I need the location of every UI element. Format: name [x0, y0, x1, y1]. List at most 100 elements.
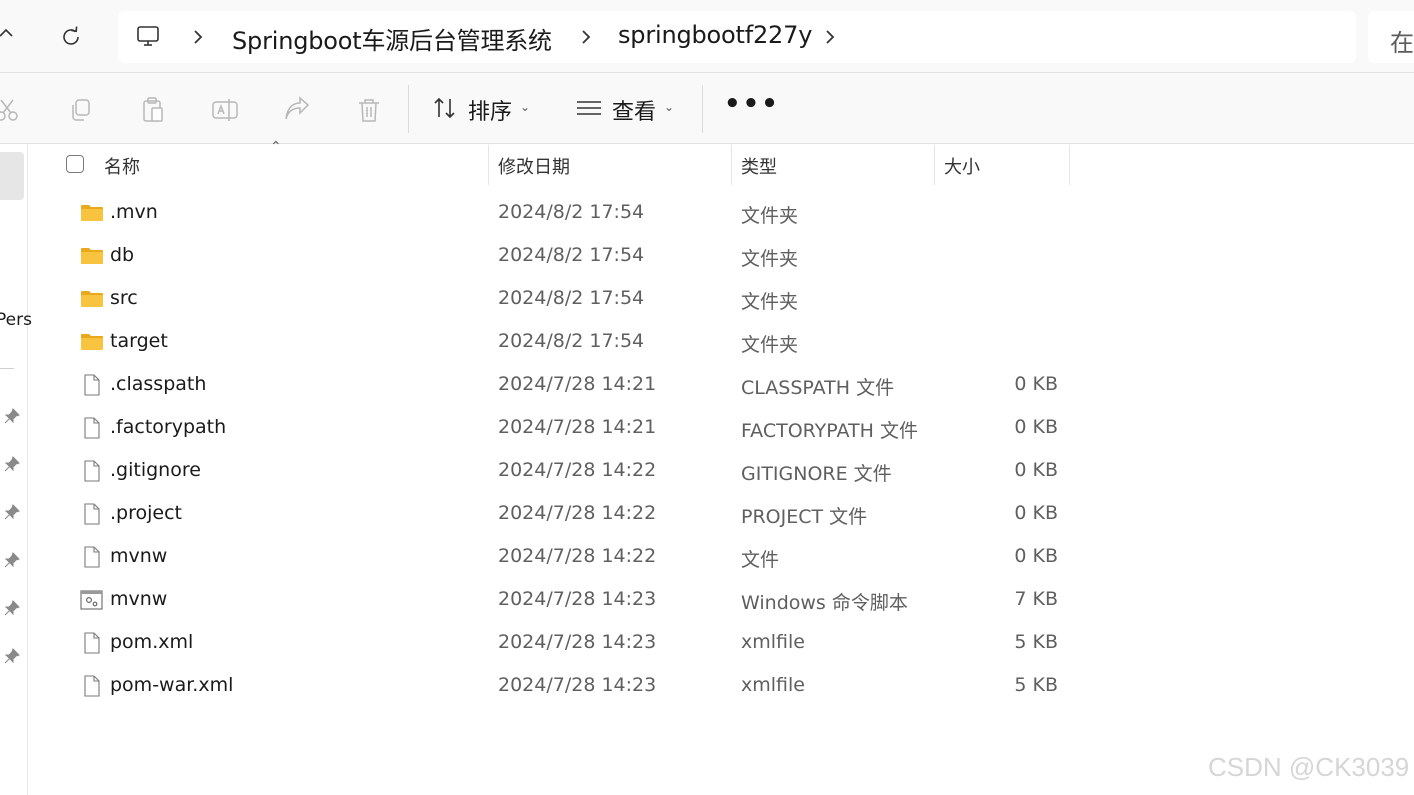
chevron-down-icon: ⌄: [520, 100, 531, 114]
file-type: 文件夹: [741, 334, 799, 356]
command-bar: 排序 ⌄ 查看 ⌄ •••: [0, 73, 1414, 144]
file-row[interactable]: target 2024/8/2 17:54 文件夹: [28, 321, 1414, 364]
file-name: .gitignore: [110, 459, 201, 481]
file-modified-date: 2024/7/28 14:21: [498, 416, 657, 438]
file-modified-date: 2024/7/28 14:22: [498, 459, 657, 481]
file-name: .mvn: [110, 201, 158, 223]
chevron-right-icon[interactable]: [190, 26, 206, 48]
file-name: src: [110, 287, 138, 309]
file-row[interactable]: db 2024/8/2 17:54 文件夹: [28, 235, 1414, 278]
file-modified-date: 2024/8/2 17:54: [498, 244, 645, 266]
file-modified-date: 2024/8/2 17:54: [498, 287, 645, 309]
file-modified-date: 2024/8/2 17:54: [498, 201, 645, 223]
file-modified-date: 2024/7/28 14:23: [498, 588, 657, 610]
file-row[interactable]: .mvn 2024/8/2 17:54 文件夹: [28, 192, 1414, 235]
rename-icon[interactable]: [210, 95, 240, 125]
file-icon: [80, 460, 104, 482]
folder-icon: [80, 202, 104, 224]
copy-icon[interactable]: [66, 95, 96, 125]
file-type: Windows 命令脚本: [741, 592, 908, 614]
pin-icon[interactable]: [4, 504, 20, 520]
pin-icon[interactable]: [4, 648, 20, 664]
file-type: xmlfile: [741, 631, 805, 653]
file-type: PROJECT 文件: [741, 506, 868, 528]
this-pc-icon[interactable]: [136, 25, 162, 49]
search-placeholder: 在: [1390, 29, 1414, 57]
refresh-icon[interactable]: [56, 22, 86, 52]
more-options-button[interactable]: •••: [724, 89, 780, 119]
chevron-right-icon[interactable]: [578, 26, 594, 48]
column-header-date[interactable]: 修改日期: [498, 153, 570, 179]
file-row[interactable]: pom-war.xml 2024/7/28 14:23 xmlfile 5 KB: [28, 665, 1414, 708]
file-type: FACTORYPATH 文件: [741, 420, 918, 442]
file-name: mvnw: [110, 588, 168, 610]
search-input[interactable]: 在: [1368, 11, 1414, 63]
sort-icon: [432, 95, 458, 125]
column-header-size[interactable]: 大小: [944, 153, 980, 179]
file-icon: [80, 632, 104, 654]
folder-icon: [80, 288, 104, 310]
file-list-header: ⌃ 名称 修改日期 类型 大小: [28, 139, 1414, 185]
pin-icon[interactable]: [4, 600, 20, 616]
file-row[interactable]: .classpath 2024/7/28 14:21 CLASSPATH 文件 0 K…: [28, 364, 1414, 407]
file-name: pom.xml: [110, 631, 194, 653]
file-size: 0 KB: [1014, 545, 1058, 567]
file-size: 0 KB: [1014, 502, 1058, 524]
file-row[interactable]: .gitignore 2024/7/28 14:22 GITIGNORE 文件 0 K…: [28, 450, 1414, 493]
file-row[interactable]: .factorypath 2024/7/28 14:21 FACTORYPATH 文…: [28, 407, 1414, 450]
up-arrow-icon[interactable]: [0, 22, 20, 52]
file-modified-date: 2024/7/28 14:23: [498, 631, 657, 653]
file-row[interactable]: src 2024/8/2 17:54 文件夹: [28, 278, 1414, 321]
column-divider[interactable]: [488, 145, 489, 185]
file-modified-date: 2024/7/28 14:23: [498, 674, 657, 696]
view-button[interactable]: 查看 ⌄: [576, 93, 674, 127]
file-row[interactable]: mvnw 2024/7/28 14:23 Windows 命令脚本 7 KB: [28, 579, 1414, 622]
column-divider[interactable]: [1069, 145, 1070, 185]
file-name: .classpath: [110, 373, 207, 395]
pin-icon[interactable]: [4, 456, 20, 472]
chevron-down-icon: ⌄: [664, 100, 675, 114]
file-icon: [80, 546, 104, 568]
paste-icon[interactable]: [138, 95, 168, 125]
sort-label: 排序: [468, 100, 513, 125]
column-header-type[interactable]: 类型: [741, 153, 777, 179]
sort-ascending-icon: ⌃: [270, 139, 282, 155]
file-type: 文件: [741, 549, 780, 571]
file-row[interactable]: mvnw 2024/7/28 14:22 文件 0 KB: [28, 536, 1414, 579]
list-view-icon: [576, 95, 602, 125]
nav-divider: [0, 368, 14, 369]
column-divider[interactable]: [731, 145, 732, 185]
file-size: 5 KB: [1014, 631, 1058, 653]
chevron-right-icon[interactable]: [822, 26, 838, 48]
pin-icon[interactable]: [4, 408, 20, 424]
column-header-name[interactable]: 名称: [104, 153, 140, 179]
nav-item-selected[interactable]: [0, 152, 24, 200]
navigation-pane: Pers: [0, 144, 32, 795]
folder-icon: [80, 245, 104, 267]
breadcrumb-item-project[interactable]: Springboot车源后台管理系统: [232, 21, 552, 56]
file-size: 7 KB: [1014, 588, 1058, 610]
breadcrumb-item-folder[interactable]: springbootf227y: [618, 21, 812, 49]
column-divider[interactable]: [934, 145, 935, 185]
cut-icon[interactable]: [0, 95, 22, 125]
view-label: 查看: [612, 100, 657, 125]
file-size: 0 KB: [1014, 459, 1058, 481]
address-bar[interactable]: Springboot车源后台管理系统 springbootf227y: [118, 11, 1356, 63]
file-name: .project: [110, 502, 182, 524]
file-type: 文件夹: [741, 248, 799, 270]
file-icon: [80, 503, 104, 525]
select-all-checkbox[interactable]: [66, 155, 84, 173]
folder-icon: [80, 331, 104, 353]
file-type: 文件夹: [741, 205, 799, 227]
file-size: 0 KB: [1014, 373, 1058, 395]
file-icon: [80, 417, 104, 439]
sort-button[interactable]: 排序 ⌄: [432, 93, 530, 127]
pin-icon[interactable]: [4, 552, 20, 568]
file-name: .factorypath: [110, 416, 227, 438]
file-row[interactable]: .project 2024/7/28 14:22 PROJECT 文件 0 KB: [28, 493, 1414, 536]
file-modified-date: 2024/7/28 14:22: [498, 545, 657, 567]
delete-icon[interactable]: [354, 95, 384, 125]
share-icon[interactable]: [282, 95, 312, 125]
file-row[interactable]: pom.xml 2024/7/28 14:23 xmlfile 5 KB: [28, 622, 1414, 665]
file-name: target: [110, 330, 168, 352]
